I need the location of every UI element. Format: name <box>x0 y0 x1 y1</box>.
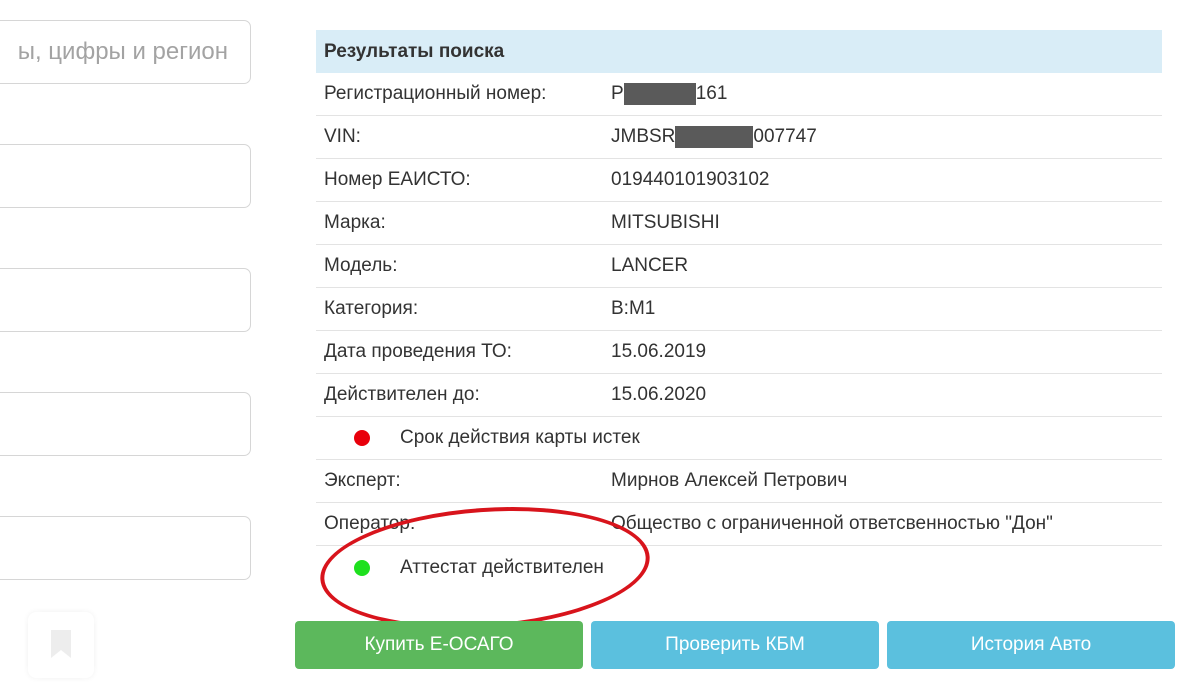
redaction-box <box>675 125 754 148</box>
green-status-dot-icon <box>354 559 370 576</box>
row-label: Эксперт: <box>324 470 401 491</box>
attestat-status-text: Аттестат действителен <box>400 556 604 578</box>
table-row-make: Марка: MITSUBISHI <box>316 202 1162 245</box>
row-value: Р 161 <box>611 82 728 105</box>
table-row-category: Категория: B:M1 <box>316 288 1162 331</box>
row-label: Оператор: <box>324 513 416 534</box>
row-label: Регистрационный номер: <box>324 83 547 104</box>
row-label: VIN: <box>324 126 361 147</box>
table-row-reg-number: Регистрационный номер: Р 161 <box>316 73 1162 116</box>
value-suffix: 007747 <box>753 126 817 147</box>
check-kbm-button[interactable]: Проверить КБМ <box>591 621 879 669</box>
buy-eosago-button[interactable]: Купить Е-ОСАГО <box>295 621 583 669</box>
row-label: Дата проведения ТО: <box>324 341 512 362</box>
row-value: Общество с ограниченной ответсвенностью … <box>611 513 1053 534</box>
results-title: Результаты поиска <box>316 30 1162 73</box>
car-history-button[interactable]: История Авто <box>887 621 1175 669</box>
bookmark-icon <box>51 630 71 658</box>
form-field-3[interactable] <box>0 268 251 332</box>
plate-number-field[interactable] <box>0 20 251 84</box>
row-label: Действителен до: <box>324 384 480 405</box>
attestat-status-row: Аттестат действителен <box>316 546 1162 589</box>
row-label: Марка: <box>324 212 386 233</box>
table-row-eaisto: Номер ЕАИСТО: 019440101903102 <box>316 159 1162 202</box>
form-field-5[interactable] <box>0 516 251 580</box>
search-results-table: Результаты поиска Регистрационный номер:… <box>316 30 1162 589</box>
table-row-valid-until: Действителен до: 15.06.2020 <box>316 374 1162 417</box>
value-prefix: Р <box>611 83 624 104</box>
table-row-vin: VIN: JMBSR 007747 <box>316 116 1162 159</box>
row-value: 15.06.2020 <box>611 384 707 405</box>
row-value: 15.06.2019 <box>611 341 707 362</box>
row-label: Номер ЕАИСТО: <box>324 169 471 190</box>
table-row-inspection-date: Дата проведения ТО: 15.06.2019 <box>316 331 1162 374</box>
table-row-operator: Оператор: Общество с ограниченной ответс… <box>316 503 1162 546</box>
row-value: LANCER <box>611 255 689 276</box>
table-row-model: Модель: LANCER <box>316 245 1162 288</box>
form-field-4[interactable] <box>0 392 251 456</box>
form-field-2[interactable] <box>0 144 251 208</box>
row-label: Категория: <box>324 298 419 319</box>
row-value: B:M1 <box>611 298 656 319</box>
value-prefix: JMBSR <box>611 126 676 147</box>
plate-number-input[interactable] <box>0 21 250 83</box>
bookmark-button[interactable] <box>28 612 94 678</box>
row-value: MITSUBISHI <box>611 212 720 233</box>
row-label: Модель: <box>324 255 398 276</box>
card-status-row: Срок действия карты истек <box>316 417 1162 460</box>
red-status-dot-icon <box>354 430 370 446</box>
redaction-box <box>623 82 696 105</box>
row-value: Мирнов Алексей Петрович <box>611 470 848 491</box>
row-value: JMBSR 007747 <box>611 125 817 148</box>
table-row-expert: Эксперт: Мирнов Алексей Петрович <box>316 460 1162 503</box>
value-suffix: 161 <box>695 83 728 104</box>
row-value: 019440101903102 <box>611 169 770 190</box>
card-status-text: Срок действия карты истек <box>400 427 640 448</box>
